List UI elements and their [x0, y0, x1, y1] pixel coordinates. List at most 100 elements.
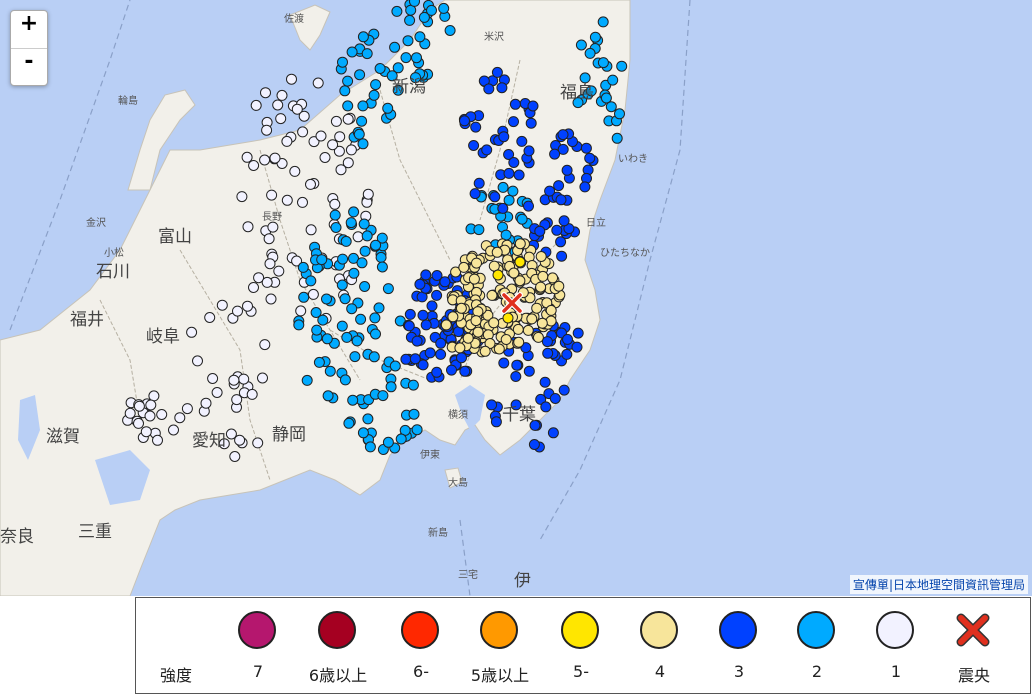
station-marker	[516, 213, 528, 225]
station-marker	[257, 372, 268, 384]
station-marker	[218, 438, 230, 450]
station-marker	[483, 83, 495, 95]
station-marker	[414, 278, 426, 290]
station-marker	[234, 434, 246, 446]
station-marker	[342, 100, 354, 112]
station-marker	[133, 400, 145, 412]
station-marker	[312, 77, 324, 89]
station-marker	[232, 305, 243, 317]
station-marker	[248, 160, 260, 171]
station-marker	[411, 52, 422, 64]
legend-item-1: 1	[856, 608, 936, 688]
station-marker	[400, 52, 412, 64]
station-marker	[532, 331, 544, 343]
attribution-link-gsi[interactable]: 日本地理空間資訊管理局	[893, 578, 1025, 592]
station-marker	[295, 305, 307, 317]
attribution-link-leaflet[interactable]: 宣傳單	[853, 578, 889, 592]
station-marker	[459, 115, 470, 127]
station-marker	[539, 376, 551, 388]
station-marker	[404, 14, 416, 26]
station-marker	[316, 254, 328, 266]
station-marker	[289, 165, 301, 177]
station-marker	[510, 399, 522, 411]
station-marker	[377, 390, 389, 402]
station-marker	[357, 31, 369, 43]
station-marker	[124, 407, 136, 419]
station-marker	[492, 269, 504, 281]
station-marker	[361, 48, 373, 60]
zoom-out-button[interactable]: -	[11, 49, 47, 86]
station-marker	[307, 288, 319, 300]
station-marker	[547, 272, 559, 284]
station-marker	[186, 326, 198, 338]
station-marker	[370, 239, 382, 251]
station-marker	[359, 281, 371, 292]
seismic-intensity-map[interactable]: 佐渡 新潟 富山 石川 福井 岐阜 愛知 静岡 滋賀 三重 奈良 千葉 横須 福…	[0, 0, 1032, 596]
intensity-5-lower-swatch	[561, 611, 599, 649]
station-marker	[472, 306, 484, 318]
station-marker	[489, 191, 501, 203]
station-marker	[435, 348, 447, 360]
sado-island	[289, 4, 331, 51]
station-marker	[579, 181, 591, 193]
station-marker	[392, 84, 404, 96]
station-marker	[181, 403, 193, 415]
station-marker	[431, 289, 443, 301]
station-marker	[597, 57, 609, 69]
station-marker	[242, 221, 254, 233]
station-marker	[438, 2, 450, 14]
station-marker	[616, 60, 628, 72]
epicenter-x-icon	[956, 613, 990, 647]
station-marker	[211, 387, 223, 398]
station-marker	[389, 360, 401, 372]
station-marker	[527, 100, 539, 112]
station-marker	[250, 99, 262, 111]
station-marker	[572, 97, 584, 109]
station-marker	[500, 334, 512, 345]
station-marker	[562, 333, 573, 345]
map-base	[0, 0, 691, 596]
station-marker	[327, 139, 339, 151]
station-marker	[321, 293, 332, 305]
station-marker	[261, 276, 273, 288]
station-marker	[330, 222, 342, 233]
station-marker	[496, 82, 508, 94]
station-marker	[580, 142, 592, 154]
station-marker	[491, 246, 503, 258]
station-marker	[555, 194, 567, 206]
station-marker	[523, 365, 535, 377]
station-marker	[370, 328, 381, 340]
station-marker	[497, 202, 509, 214]
station-marker	[411, 424, 423, 436]
station-marker	[382, 283, 394, 295]
legend-item-epicenter: 震央	[934, 608, 1014, 688]
legend-label: 6歳以上	[308, 666, 368, 685]
legend-label: 5-	[573, 662, 589, 681]
zoom-in-button[interactable]: +	[11, 11, 47, 49]
station-marker	[497, 181, 509, 193]
station-marker	[362, 188, 374, 200]
station-marker	[471, 257, 482, 269]
station-marker	[409, 0, 420, 7]
legend-label: 震央	[957, 666, 990, 685]
station-marker	[561, 348, 573, 360]
station-marker	[440, 319, 452, 331]
station-marker	[447, 311, 459, 323]
station-marker	[305, 224, 317, 236]
station-marker	[357, 100, 369, 112]
station-marker	[168, 424, 179, 436]
station-marker	[386, 70, 398, 82]
station-marker	[204, 312, 216, 323]
station-marker	[473, 177, 485, 189]
station-marker	[370, 79, 382, 91]
station-marker	[395, 433, 407, 445]
station-marker	[420, 269, 432, 281]
station-marker	[529, 419, 541, 431]
station-marker	[549, 393, 561, 404]
station-marker	[261, 124, 273, 136]
station-marker	[481, 144, 493, 156]
station-marker	[349, 351, 361, 363]
station-marker	[297, 126, 309, 138]
station-marker	[339, 293, 351, 305]
station-marker	[231, 394, 243, 406]
